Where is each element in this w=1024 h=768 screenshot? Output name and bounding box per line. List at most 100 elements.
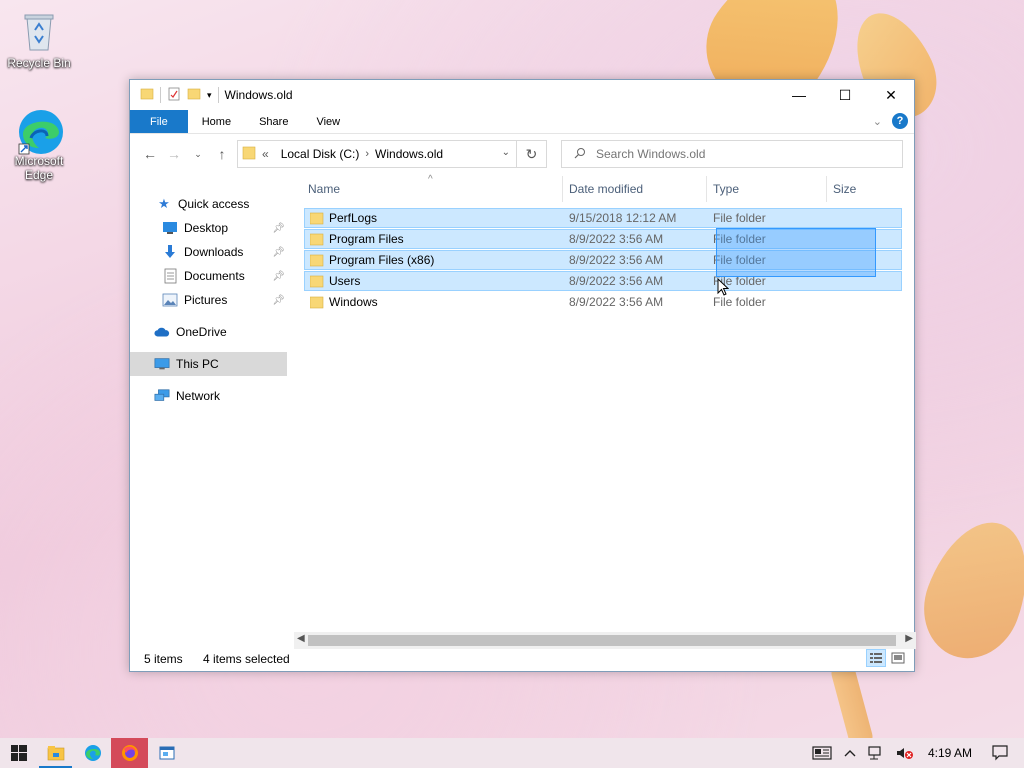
details-view-button[interactable] [866, 649, 886, 667]
notifications-button[interactable] [986, 745, 1024, 761]
volume-button[interactable] [890, 746, 920, 760]
start-button[interactable] [0, 738, 37, 768]
star-icon: ★ [158, 196, 170, 211]
folder-icon [309, 233, 324, 249]
network-status-button[interactable] [862, 746, 890, 760]
breadcrumb-windows-old[interactable]: Windows.old [375, 147, 443, 161]
file-date: 8/9/2022 3:56 AM [569, 232, 664, 246]
toolbar-separator [217, 87, 219, 103]
edge-icon [17, 108, 63, 155]
ribbon-tabs: File Home Share View ⌄ ? [130, 110, 914, 134]
large-icons-view-button[interactable] [888, 649, 908, 667]
explorer-window: ▾ Windows.old — ☐ ✕ File Home Share View… [129, 79, 916, 672]
news-icon [812, 746, 832, 760]
pin-icon[interactable]: 📌︎ [272, 247, 285, 258]
help-icon[interactable]: ? [892, 113, 908, 129]
column-header-name[interactable]: Name [308, 176, 340, 202]
sidebar-item-desktop[interactable]: Desktop 📌︎ [130, 216, 287, 240]
sort-ascending-icon: ^ [428, 174, 433, 185]
folder-icon [309, 212, 324, 228]
volume-muted-icon [896, 748, 913, 759]
refresh-button[interactable]: ↻ [516, 141, 546, 167]
minimize-button[interactable]: — [776, 80, 822, 110]
taskbar-edge[interactable] [74, 738, 111, 768]
navigation-bar: ← → ⌄ ↑ « Local Disk (C:) › Windows.old … [130, 138, 914, 170]
details-view-icon [870, 653, 882, 663]
wallpaper-petal [908, 507, 1024, 673]
sidebar-item-downloads[interactable]: Downloads 📌︎ [130, 240, 287, 264]
computer-icon [154, 356, 170, 372]
sidebar-item-network[interactable]: Network [130, 384, 287, 408]
clock[interactable]: 4:19 AM [920, 746, 986, 760]
pin-icon[interactable]: 📌︎ [272, 295, 285, 306]
file-name: PerfLogs [329, 211, 378, 225]
tab-view[interactable]: View [302, 110, 354, 133]
column-divider[interactable] [562, 176, 563, 202]
sidebar-item-quick-access[interactable]: ★ Quick access [130, 192, 287, 216]
taskbar: 4:19 AM [0, 738, 1024, 768]
file-name: Windows [329, 295, 378, 309]
file-row[interactable]: Windows 8/9/2022 3:56 AM File folder [304, 292, 902, 312]
news-widget-button[interactable] [806, 746, 838, 760]
properties-icon[interactable] [167, 87, 181, 104]
large-icons-view-icon [891, 652, 905, 664]
scroll-left-icon[interactable]: ◀ [297, 633, 305, 644]
file-explorer-icon [47, 746, 64, 761]
recent-locations-button[interactable]: ⌄ [186, 149, 210, 160]
chevron-up-icon [844, 750, 856, 757]
selected-count: 4 items selected [203, 652, 290, 666]
scrollbar-thumb[interactable] [308, 635, 896, 646]
taskbar-app-window[interactable] [148, 738, 185, 768]
column-divider[interactable] [706, 176, 707, 202]
sidebar-item-documents[interactable]: Documents 📌︎ [130, 264, 287, 288]
tab-file[interactable]: File [130, 110, 188, 133]
address-dropdown-icon[interactable]: ⌄ [502, 147, 510, 158]
file-date: 8/9/2022 3:56 AM [569, 274, 664, 288]
tab-home[interactable]: Home [188, 110, 245, 133]
file-date: 8/9/2022 3:56 AM [569, 295, 664, 309]
column-header-date[interactable]: Date modified [569, 176, 643, 202]
folder-icon [140, 87, 154, 104]
column-header-type[interactable]: Type [713, 176, 739, 202]
search-icon [574, 147, 586, 162]
show-hidden-icons-button[interactable] [838, 749, 862, 757]
maximize-button[interactable]: ☐ [822, 80, 868, 110]
edge-icon [84, 745, 101, 761]
pin-icon[interactable]: 📌︎ [272, 223, 285, 234]
mouse-cursor-icon [717, 277, 730, 296]
firefox-icon [121, 745, 138, 761]
sidebar-item-pictures[interactable]: Pictures 📌︎ [130, 288, 287, 312]
tab-share[interactable]: Share [245, 110, 302, 133]
breadcrumb-local-disk[interactable]: Local Disk (C:) [281, 147, 360, 161]
desktop-icon-edge[interactable]: Microsoft Edge [6, 108, 72, 182]
documents-icon [162, 268, 178, 284]
expand-ribbon-icon[interactable]: ⌄ [873, 115, 882, 128]
taskbar-firefox[interactable] [111, 738, 148, 768]
close-button[interactable]: ✕ [868, 80, 914, 110]
item-count: 5 items [144, 652, 183, 666]
forward-button[interactable]: → [162, 146, 186, 162]
breadcrumb-chevron-icon[interactable]: › [365, 148, 369, 160]
column-header-size[interactable]: Size [833, 176, 856, 202]
new-folder-icon[interactable] [187, 87, 201, 104]
taskbar-file-explorer[interactable] [37, 738, 74, 768]
file-name: Users [329, 274, 361, 288]
sidebar-item-label: Quick access [178, 197, 250, 211]
title-bar[interactable]: ▾ Windows.old — ☐ ✕ [130, 80, 914, 110]
address-bar[interactable]: « Local Disk (C:) › Windows.old ⌄ ↻ [237, 140, 547, 168]
file-row[interactable]: PerfLogs 9/15/2018 12:12 AM File folder [304, 208, 902, 228]
scroll-right-icon[interactable]: ▶ [905, 633, 913, 644]
back-button[interactable]: ← [138, 146, 162, 162]
search-input[interactable] [596, 147, 876, 161]
sidebar-item-this-pc[interactable]: This PC [130, 352, 287, 376]
desktop-icon-recycle-bin[interactable]: Recycle Bin [6, 10, 72, 70]
pin-icon[interactable]: 📌︎ [272, 271, 285, 282]
column-divider[interactable] [826, 176, 827, 202]
up-button[interactable]: ↑ [210, 146, 234, 162]
breadcrumb-overflow[interactable]: « [262, 147, 269, 161]
recycle-bin-icon [17, 10, 61, 54]
sidebar-item-onedrive[interactable]: OneDrive [130, 320, 287, 344]
file-name: Program Files (x86) [329, 253, 435, 267]
customize-toolbar-icon[interactable]: ▾ [207, 90, 212, 101]
search-box[interactable] [561, 140, 903, 168]
